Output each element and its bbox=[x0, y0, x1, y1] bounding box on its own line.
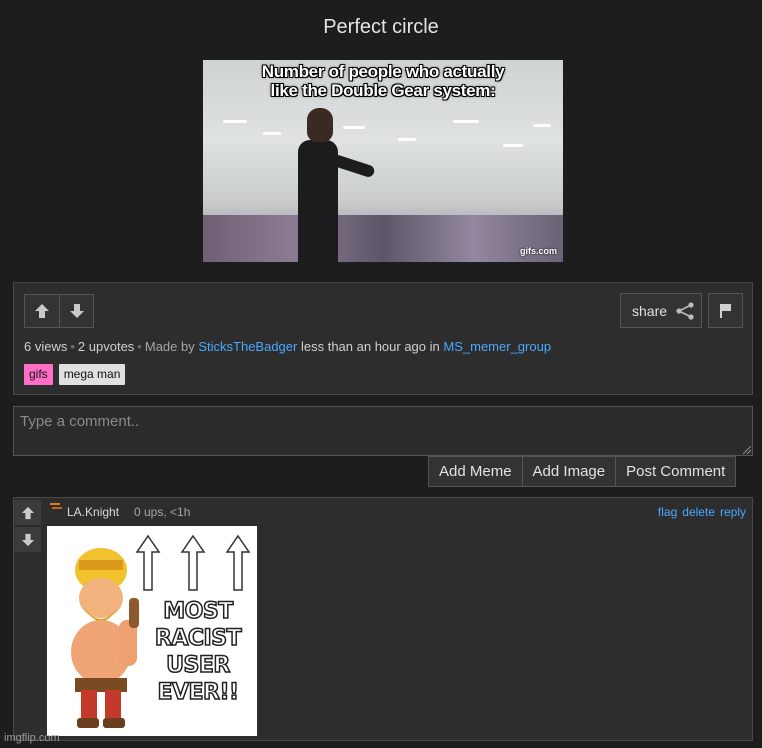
imgflip-watermark: imgflip.com bbox=[4, 732, 60, 744]
comment-delete-link[interactable]: delete bbox=[682, 505, 715, 519]
comment-flag-link[interactable]: flag bbox=[658, 505, 677, 519]
flag-icon bbox=[719, 303, 731, 318]
flag-button[interactable] bbox=[708, 293, 743, 328]
share-icon bbox=[676, 301, 694, 320]
comment-image-text: MOST RACIST USER EVER!! bbox=[143, 598, 253, 706]
comment-username[interactable]: LA.Knight bbox=[67, 505, 119, 519]
ceiling-light bbox=[453, 120, 479, 123]
share-label: share bbox=[632, 302, 668, 319]
comment-image: MOST RACIST USER EVER!! bbox=[47, 526, 257, 736]
share-button[interactable]: share bbox=[620, 293, 702, 328]
downvote-button[interactable] bbox=[59, 295, 93, 327]
meme-caption: Number of people who actually like the D… bbox=[203, 62, 563, 100]
image-text-line: EVER!! bbox=[157, 679, 240, 706]
post-title: Perfect circle bbox=[323, 16, 439, 38]
ceiling-light bbox=[533, 124, 551, 127]
upvote-count: 2 upvotes bbox=[77, 339, 135, 354]
tag-mega-man[interactable]: mega man bbox=[58, 364, 126, 385]
made-by-label: Made by bbox=[144, 339, 195, 354]
add-meme-button[interactable]: Add Meme bbox=[429, 457, 522, 486]
barbarian-character-image bbox=[71, 548, 139, 728]
post-panel: share 6 views • 2 upvotes • Made by SticksTh… bbox=[13, 282, 753, 395]
ceiling-light bbox=[223, 120, 247, 123]
ceiling-light bbox=[398, 138, 416, 141]
gif-watermark: gifs.com bbox=[519, 246, 557, 256]
comment-input[interactable]: Type a comment.. bbox=[13, 406, 753, 456]
post-comment-button[interactable]: Post Comment bbox=[615, 457, 735, 486]
wall-band bbox=[203, 215, 563, 262]
view-count: 6 views bbox=[24, 339, 68, 354]
stream-link[interactable]: MS_memer_group bbox=[443, 339, 551, 354]
meme-caption-line-1: Number of people who actually bbox=[261, 62, 505, 81]
tag-gifs[interactable]: gifs bbox=[24, 364, 53, 385]
comment-placeholder: Type a comment.. bbox=[20, 413, 140, 430]
comment-actions: Add Meme Add Image Post Comment bbox=[428, 456, 737, 487]
meme-image: Number of people who actually like the D… bbox=[203, 60, 563, 262]
comments-panel: LA.Knight 0 ups, <1h flag delete reply M… bbox=[13, 497, 753, 741]
up-arrow-graphic bbox=[180, 534, 206, 591]
author-link[interactable]: SticksTheBadger bbox=[198, 339, 297, 354]
arrow-up-icon bbox=[35, 304, 49, 318]
meme-caption-line-2: like the Double Gear system: bbox=[270, 81, 496, 100]
tag-list: gifs mega man bbox=[24, 364, 126, 385]
ceiling-light bbox=[503, 144, 523, 147]
post-time: less than an hour ago in bbox=[300, 339, 440, 354]
comment-reply-link[interactable]: reply bbox=[720, 505, 746, 519]
ceiling-light bbox=[343, 126, 365, 129]
post-meta: 6 views • 2 upvotes • Made by SticksTheBadge… bbox=[24, 339, 551, 354]
comment-meta: 0 ups, <1h bbox=[134, 505, 191, 519]
add-image-button[interactable]: Add Image bbox=[521, 457, 616, 486]
up-arrow-graphic bbox=[135, 534, 161, 591]
image-text-line: RACIST bbox=[154, 625, 242, 652]
separator-dot: • bbox=[70, 339, 75, 354]
vote-group bbox=[24, 294, 94, 328]
comment-downvote-button[interactable] bbox=[14, 527, 41, 552]
person-head bbox=[307, 108, 333, 142]
up-arrow-graphic bbox=[225, 534, 251, 591]
ceiling-light bbox=[263, 132, 281, 135]
resize-handle[interactable] bbox=[743, 446, 751, 454]
arrow-up-icon bbox=[21, 506, 34, 519]
upvote-button[interactable] bbox=[25, 295, 59, 327]
image-text-line: MOST bbox=[163, 598, 234, 625]
arrow-down-icon bbox=[21, 533, 34, 546]
user-badge-icon bbox=[50, 503, 62, 509]
comment-actions-links: flag delete reply bbox=[658, 505, 746, 519]
separator-dot: • bbox=[137, 339, 142, 354]
image-text-line: USER bbox=[165, 652, 231, 679]
arrow-down-icon bbox=[69, 304, 84, 318]
comment-upvote-button[interactable] bbox=[14, 500, 41, 525]
